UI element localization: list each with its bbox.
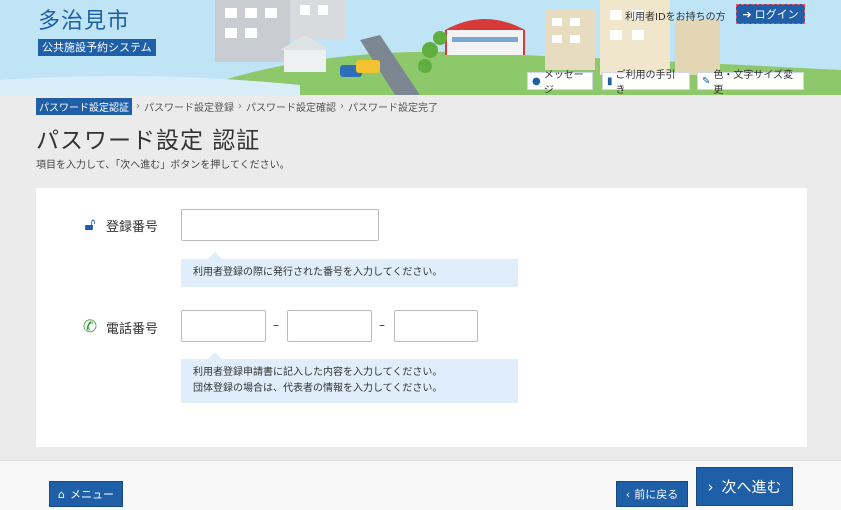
system-name-badge: 公共施設予約システム xyxy=(38,39,156,56)
display-settings-button[interactable]: ✎ 色・文字サイズ変更 xyxy=(697,70,804,95)
display-settings-label: 色・文字サイズ変更 xyxy=(713,70,794,95)
brush-icon: ✎ xyxy=(702,75,711,87)
breadcrumb-separator: › xyxy=(136,101,140,112)
unlock-icon: 🔓︎ xyxy=(84,215,96,235)
phone-dash: – xyxy=(273,318,279,332)
login-hint: 利用者IDをお持ちの方 xyxy=(625,12,726,23)
phone-part2-input[interactable] xyxy=(287,310,372,342)
page-instruction: 項目を入力して、「次へ進む」ボタンを押してください。 xyxy=(36,160,290,171)
phone-hint-line: 利用者登録申請書に記入した内容を入力してください。 xyxy=(193,367,443,378)
site-header: 多治見市 公共施設予約システム 利用者IDをお持ちの方 ➔ ログイン ● メッセ… xyxy=(0,0,841,95)
page-title: パスワード設定 認証 xyxy=(36,128,261,154)
phone-number-hint: 利用者登録申請書に記入した内容を入力してください。 団体登録の場合は、代表者の情… xyxy=(181,352,518,403)
breadcrumb-separator: › xyxy=(238,101,242,112)
login-label: ログイン xyxy=(754,8,799,21)
guide-label: ご利用の手引き xyxy=(615,70,676,95)
guide-button[interactable]: ▮ ご利用の手引き xyxy=(602,70,690,95)
breadcrumb-step: パスワード設定完了 xyxy=(348,103,438,114)
message-button[interactable]: ● メッセージ xyxy=(527,70,593,95)
message-label: メッセージ xyxy=(543,70,584,95)
breadcrumb-step: パスワード設定確認 xyxy=(246,103,336,114)
menu-button[interactable]: ⌂ メニュー xyxy=(49,481,123,507)
home-icon: ⌂ xyxy=(58,487,65,501)
site-title[interactable]: 多治見市 xyxy=(38,3,130,35)
breadcrumb-step: パスワード設定登録 xyxy=(144,103,234,114)
phone-icon: ✆ xyxy=(82,317,98,337)
breadcrumb-step-current: パスワード設定認証 xyxy=(36,98,132,115)
phone-number-label: ✆ 電話番号 xyxy=(82,317,158,337)
speech-bubble-icon: ● xyxy=(532,75,541,87)
back-button[interactable]: ‹ 前に戻る xyxy=(616,481,688,507)
breadcrumb-separator: › xyxy=(340,101,344,112)
login-icon: ➔ xyxy=(742,7,752,21)
book-icon: ▮ xyxy=(607,75,613,87)
registration-number-input[interactable] xyxy=(181,209,379,241)
menu-label: メニュー xyxy=(69,488,114,501)
phone-part3-input[interactable] xyxy=(394,310,478,342)
next-button[interactable]: › 次へ進む xyxy=(696,467,793,506)
registration-number-label-text: 登録番号 xyxy=(106,219,159,235)
registration-number-label: 🔓︎ 登録番号 xyxy=(82,215,158,235)
registration-number-hint: 利用者登録の際に発行された番号を入力してください。 xyxy=(181,252,518,287)
login-button[interactable]: ➔ ログイン xyxy=(736,4,805,24)
next-label: 次へ進む xyxy=(721,478,782,496)
chevron-left-icon: ‹ xyxy=(625,487,631,501)
chevron-right-icon: › xyxy=(707,477,714,496)
phone-number-label-text: 電話番号 xyxy=(106,321,159,337)
phone-dash: – xyxy=(379,318,385,332)
back-label: 前に戻る xyxy=(634,488,679,501)
phone-hint-line: 団体登録の場合は、代表者の情報を入力してください。 xyxy=(193,383,443,394)
breadcrumb: パスワード設定認証 › パスワード設定登録 › パスワード設定確認 › パスワー… xyxy=(36,98,438,115)
form-panel: 🔓︎ 登録番号 利用者登録の際に発行された番号を入力してください。 ✆ 電話番号… xyxy=(36,188,807,447)
phone-part1-input[interactable] xyxy=(181,310,266,342)
